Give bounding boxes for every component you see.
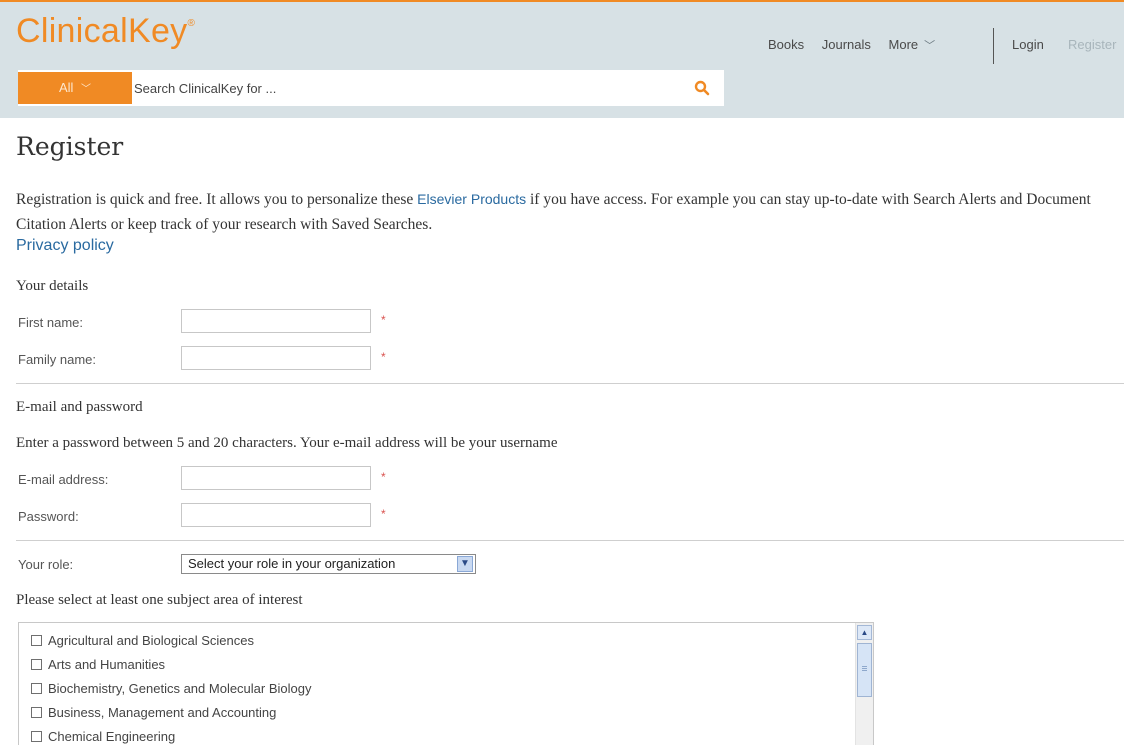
login-link[interactable]: Login bbox=[1012, 37, 1044, 52]
nav-books[interactable]: Books bbox=[768, 37, 804, 52]
elsevier-products-link[interactable]: Elsevier Products bbox=[417, 191, 526, 207]
required-marker: * bbox=[381, 507, 386, 521]
role-select[interactable]: Select your role in your organization ▼ bbox=[181, 554, 476, 574]
dropdown-arrow-icon[interactable]: ▼ bbox=[457, 556, 473, 572]
list-item-label: Agricultural and Biological Sciences bbox=[48, 633, 254, 648]
privacy-policy-link[interactable]: Privacy policy bbox=[16, 237, 114, 255]
search-input[interactable]: Search ClinicalKey for ... bbox=[134, 81, 276, 96]
checkbox[interactable] bbox=[31, 731, 42, 742]
required-marker: * bbox=[381, 350, 386, 364]
chevron-down-icon: ﹀ bbox=[81, 84, 92, 95]
list-item[interactable]: Arts and Humanities bbox=[31, 655, 165, 675]
email-password-heading: E-mail and password bbox=[16, 399, 143, 415]
checkbox[interactable] bbox=[31, 707, 42, 718]
grip-icon bbox=[862, 666, 867, 667]
subject-area-list[interactable]: Agricultural and Biological Sciences Art… bbox=[18, 622, 874, 745]
list-item-label: Biochemistry, Genetics and Molecular Bio… bbox=[48, 681, 312, 696]
password-field[interactable] bbox=[181, 503, 371, 527]
intro-text: Registration is quick and free. It allow… bbox=[16, 187, 1116, 237]
nav-more[interactable]: More ﹀ bbox=[889, 37, 950, 52]
role-label: Your role: bbox=[18, 557, 74, 572]
list-item[interactable]: Chemical Engineering bbox=[31, 727, 175, 745]
section-divider bbox=[16, 540, 1124, 541]
checkbox[interactable] bbox=[31, 635, 42, 646]
role-select-value: Select your role in your organization bbox=[188, 556, 396, 571]
first-name-label: First name: bbox=[18, 315, 84, 330]
password-label: Password: bbox=[18, 509, 79, 524]
scroll-thumb[interactable] bbox=[857, 643, 872, 697]
list-item-label: Chemical Engineering bbox=[48, 729, 176, 744]
search-scope-label: All bbox=[58, 80, 74, 95]
list-item[interactable]: Agricultural and Biological Sciences bbox=[31, 631, 254, 651]
top-navigation: Books Journals More ﹀ bbox=[768, 37, 963, 53]
list-item-label: Arts and Humanities bbox=[48, 657, 166, 672]
search-scope-dropdown[interactable]: All ﹀ bbox=[18, 72, 132, 104]
checkbox[interactable] bbox=[31, 659, 42, 670]
section-divider bbox=[16, 383, 1124, 384]
list-item[interactable]: Biochemistry, Genetics and Molecular Bio… bbox=[31, 679, 312, 699]
required-marker: * bbox=[381, 313, 386, 327]
page-title: Register bbox=[16, 132, 124, 161]
email-label: E-mail address: bbox=[18, 472, 109, 487]
list-item[interactable]: Business, Management and Accounting bbox=[31, 703, 276, 723]
search-bar: All ﹀ Search ClinicalKey for ... bbox=[18, 70, 724, 106]
search-icon[interactable] bbox=[694, 80, 710, 96]
first-name-field[interactable] bbox=[181, 309, 371, 333]
required-marker: * bbox=[381, 470, 386, 484]
subject-area-heading: Please select at least one subject area … bbox=[16, 592, 303, 608]
your-details-heading: Your details bbox=[16, 278, 89, 294]
list-scrollbar[interactable]: ▲ bbox=[855, 623, 873, 745]
nav-journals[interactable]: Journals bbox=[822, 37, 871, 52]
family-name-field[interactable] bbox=[181, 346, 371, 370]
nav-more-label: More bbox=[888, 37, 919, 52]
chevron-down-icon: ﹀ bbox=[924, 40, 936, 52]
clinicalkey-logo[interactable]: ClinicalKey® bbox=[16, 12, 195, 51]
password-instructions: Enter a password between 5 and 20 charac… bbox=[16, 435, 558, 451]
register-link[interactable]: Register bbox=[1068, 37, 1116, 52]
family-name-label: Family name: bbox=[18, 352, 97, 367]
nav-divider bbox=[993, 28, 994, 64]
intro-text-part1: Registration is quick and free. It allow… bbox=[16, 191, 418, 208]
email-field[interactable] bbox=[181, 466, 371, 490]
scroll-up-arrow-icon[interactable]: ▲ bbox=[857, 625, 872, 640]
checkbox[interactable] bbox=[31, 683, 42, 694]
list-item-label: Business, Management and Accounting bbox=[48, 705, 277, 720]
site-header: ClinicalKey® Books Journals More ﹀ Login … bbox=[0, 0, 1124, 118]
